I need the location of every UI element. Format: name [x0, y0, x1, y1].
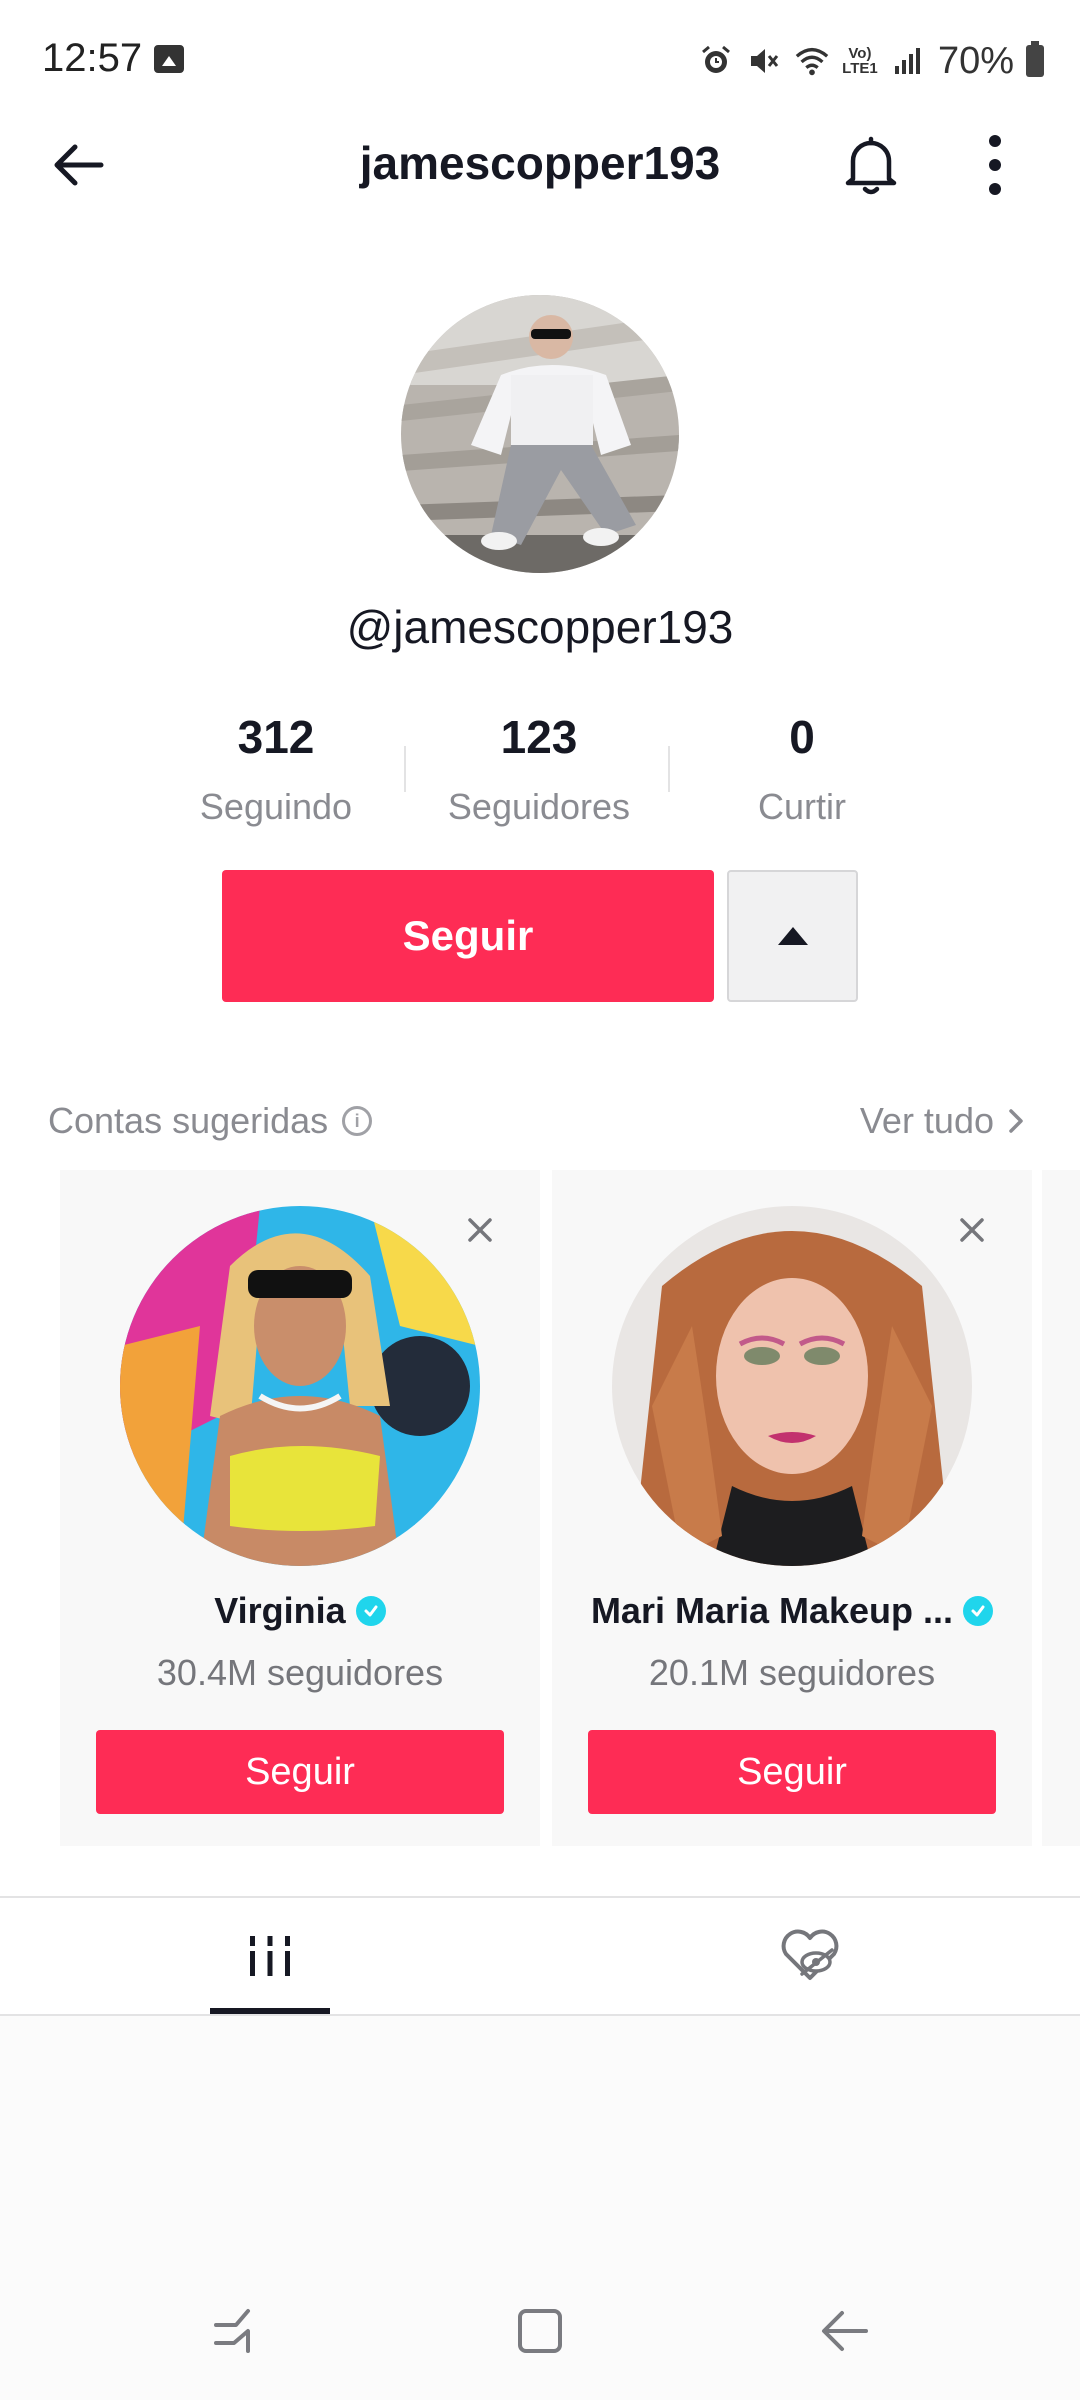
- suggested-name: Virginia: [214, 1590, 346, 1631]
- signal-icon: [890, 43, 926, 79]
- suggested-accounts-header: Contas sugeridas i: [48, 1100, 373, 1142]
- profile-stats: 312 Seguindo 123 Seguidores 0 Curtir: [0, 710, 1080, 830]
- tab-liked[interactable]: [540, 1900, 1080, 2012]
- stat-divider: [668, 746, 670, 792]
- gallery-notification-icon: [154, 45, 184, 73]
- suggested-card[interactable]: Mari Maria Makeup ... 20.1M seguidores S…: [552, 1170, 1032, 1846]
- suggested-follow-button[interactable]: Seguir: [588, 1730, 996, 1814]
- home-icon: [518, 2309, 562, 2353]
- suggested-follow-button[interactable]: Seguir: [96, 1730, 504, 1814]
- bell-icon: [845, 136, 897, 195]
- divider: [0, 1896, 1080, 1898]
- top-header: jamescopper193: [0, 120, 1080, 210]
- volte-line2: LTE1: [842, 60, 878, 77]
- recent-apps-icon: [214, 2309, 250, 2353]
- suggested-avatar[interactable]: [120, 1206, 480, 1566]
- suggested-name: Mari Maria Makeup ...: [590, 1590, 954, 1631]
- stat-likes-value: 0: [789, 711, 815, 763]
- suggested-followers: 30.4M seguidores: [156, 1652, 444, 1693]
- system-back-icon: [822, 2311, 868, 2351]
- suggested-followers: 20.1M seguidores: [648, 1652, 936, 1693]
- see-all-link[interactable]: Ver tudo: [860, 1100, 1024, 1142]
- dismiss-suggestion-button[interactable]: [952, 1210, 992, 1250]
- close-icon: [960, 1218, 984, 1242]
- wifi-icon: [794, 43, 830, 79]
- chevron-right-icon: [1009, 1109, 1023, 1133]
- page-title: jamescopper193: [359, 137, 721, 189]
- mute-icon: [746, 43, 782, 79]
- notifications-button[interactable]: [836, 130, 906, 200]
- stat-following-value: 312: [237, 711, 315, 763]
- verified-badge-icon: [963, 1596, 994, 1626]
- suggested-toggle-button[interactable]: [727, 870, 858, 1002]
- status-bar: 12:57 Vo) LTE1 70%: [0, 0, 1080, 120]
- liked-hidden-icon: [781, 1929, 839, 1980]
- tab-videos[interactable]: [0, 1900, 540, 2012]
- follow-button[interactable]: Seguir: [222, 870, 714, 1002]
- status-icons: Vo) LTE1 70%: [698, 36, 1044, 86]
- content-area: [0, 2016, 1080, 2266]
- profile-handle: @jamescopper193: [346, 601, 734, 653]
- videos-grid-icon: [246, 1936, 294, 1976]
- more-options-button[interactable]: [960, 130, 1030, 200]
- volte-indicator: Vo) LTE1: [842, 46, 878, 76]
- stat-following[interactable]: 312 Seguindo: [156, 710, 396, 828]
- close-icon: [468, 1218, 492, 1242]
- battery-percent: 70%: [937, 39, 1014, 82]
- system-nav-bar: [0, 2266, 1080, 2400]
- stat-followers-label: Seguidores: [447, 786, 631, 827]
- suggested-name-row: Virginia: [60, 1590, 540, 1632]
- recent-apps-button[interactable]: [196, 2296, 276, 2366]
- suggested-accounts-title: Contas sugeridas: [48, 1100, 329, 1141]
- stat-followers-value: 123: [500, 711, 578, 763]
- stat-likes-label: Curtir: [758, 786, 846, 827]
- stat-divider: [404, 746, 406, 792]
- stat-likes[interactable]: 0 Curtir: [682, 710, 922, 828]
- stat-followers[interactable]: 123 Seguidores: [419, 710, 659, 828]
- suggested-name-row: Mari Maria Makeup ...: [552, 1590, 1032, 1632]
- suggested-card-partial[interactable]: [1042, 1170, 1080, 1846]
- caret-up-icon: [777, 927, 808, 945]
- dismiss-suggestion-button[interactable]: [460, 1210, 500, 1250]
- system-back-button[interactable]: [804, 2296, 884, 2366]
- status-time: 12:57: [42, 36, 143, 80]
- more-vertical-icon: [989, 135, 1001, 195]
- suggested-avatar[interactable]: [612, 1206, 972, 1566]
- home-button[interactable]: [500, 2296, 580, 2366]
- verified-badge-icon: [355, 1596, 386, 1626]
- alarm-icon: [698, 43, 734, 79]
- battery-icon: [1026, 41, 1044, 77]
- suggested-card[interactable]: Virginia 30.4M seguidores Seguir: [60, 1170, 540, 1846]
- info-icon[interactable]: i: [342, 1106, 373, 1136]
- stat-following-label: Seguindo: [199, 786, 353, 827]
- profile-avatar[interactable]: [401, 295, 679, 573]
- see-all-label: Ver tudo: [859, 1100, 994, 1141]
